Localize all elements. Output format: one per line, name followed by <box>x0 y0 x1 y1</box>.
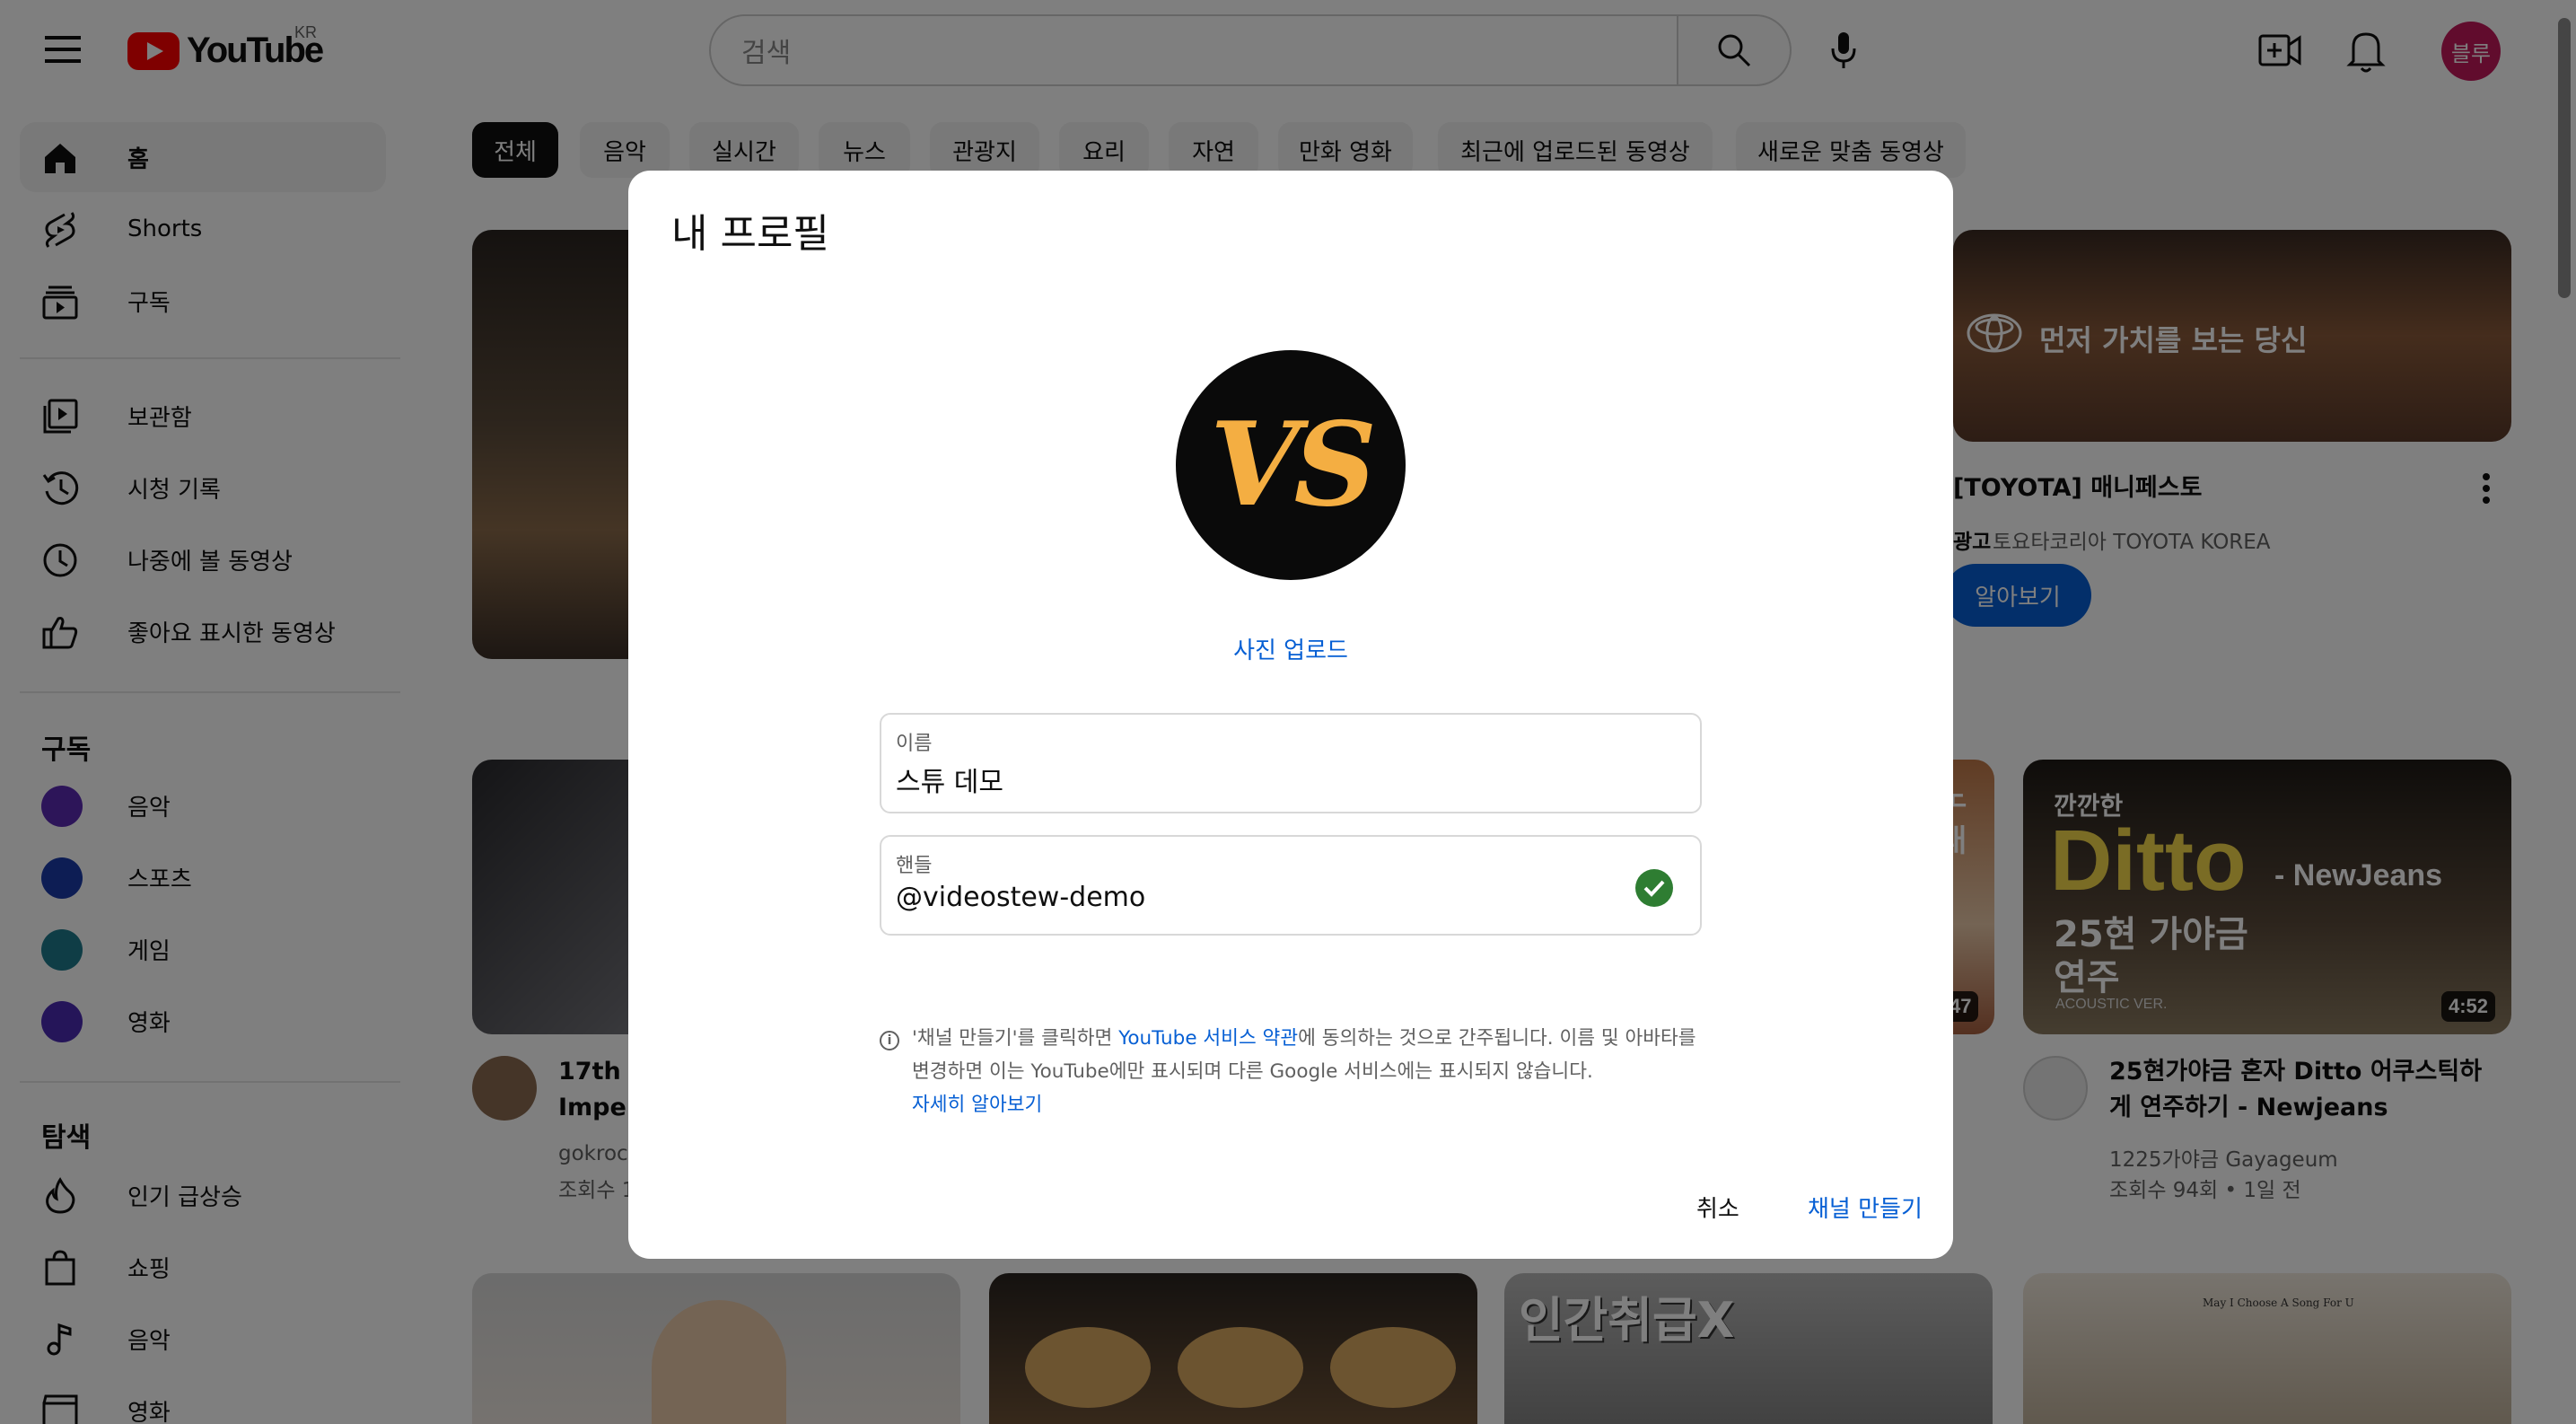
name-field[interactable]: 이름 스튜 데모 <box>880 713 1702 813</box>
upload-photo-link[interactable]: 사진 업로드 <box>628 632 1953 665</box>
info-icon: i <box>880 1031 899 1050</box>
create-channel-button[interactable]: 채널 만들기 <box>1808 1191 1923 1224</box>
profile-avatar-preview: VS <box>1176 350 1406 580</box>
handle-field-label: 핸들 <box>896 855 933 877</box>
name-field-value[interactable]: 스튜 데모 <box>896 760 1003 799</box>
notice-part1: '채널 만들기'를 클릭하면 <box>912 1027 1119 1050</box>
handle-available-check-icon <box>1635 869 1673 907</box>
handle-field-value[interactable]: @videostew-demo <box>896 882 1145 913</box>
name-field-label: 이름 <box>896 733 933 755</box>
handle-field[interactable]: 핸들 @videostew-demo <box>880 835 1702 936</box>
dialog-title: 내 프로필 <box>671 211 829 257</box>
terms-of-service-link[interactable]: YouTube 서비스 약관 <box>1118 1027 1298 1050</box>
create-channel-dialog: 내 프로필 VS 사진 업로드 이름 스튜 데모 핸들 @videostew-d… <box>628 171 1953 1259</box>
cancel-button[interactable]: 취소 <box>1696 1191 1739 1224</box>
avatar-logo-text: VS <box>1210 398 1377 532</box>
terms-notice-text: '채널 만들기'를 클릭하면 YouTube 서비스 약관에 동의하는 것으로 … <box>912 1022 1702 1121</box>
learn-more-link[interactable]: 자세히 알아보기 <box>912 1094 1042 1116</box>
